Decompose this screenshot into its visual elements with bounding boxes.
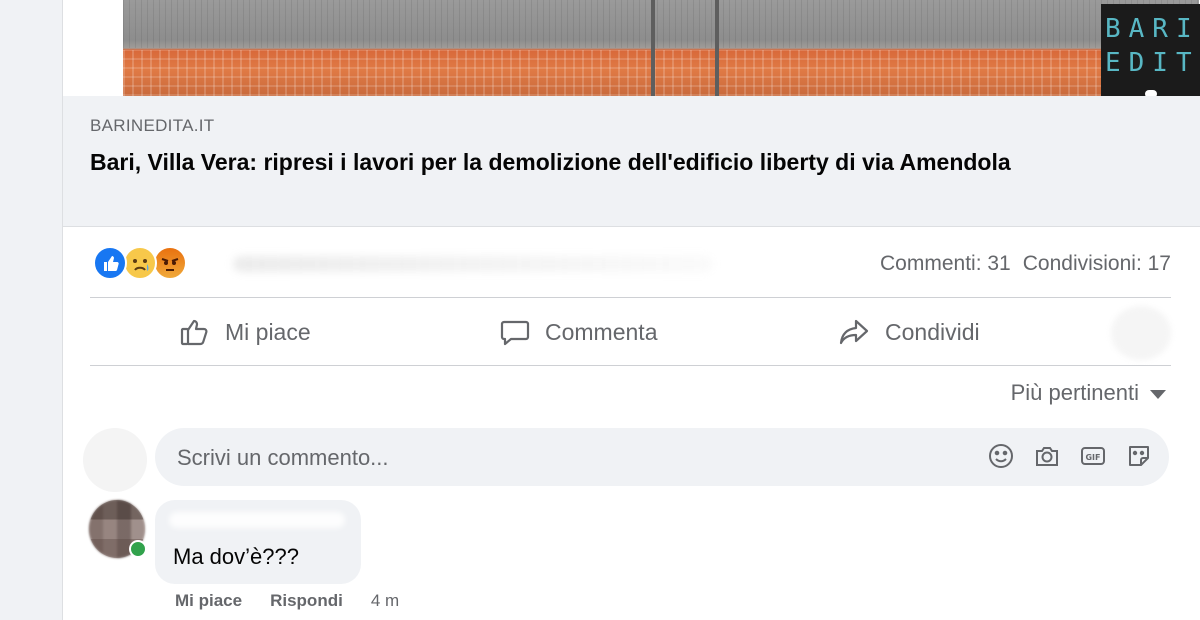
comment-composer[interactable]: GIF	[155, 428, 1169, 488]
comment-reply-link[interactable]: Rispondi	[270, 591, 343, 611]
svg-text:GIF: GIF	[1085, 453, 1100, 462]
emoji-icon[interactable]	[987, 442, 1015, 470]
link-domain: BARINEDITA.IT	[90, 116, 215, 135]
watermark-line1: BARIN	[1105, 14, 1200, 44]
fence-texture	[123, 0, 1199, 48]
online-status-dot	[129, 540, 147, 558]
blurred-page-avatar[interactable]	[1111, 306, 1171, 360]
comments-count[interactable]: Commenti: 31	[880, 252, 1011, 275]
fence-pole	[651, 0, 655, 96]
comment-button-label: Commenta	[545, 318, 658, 345]
comment-actions: Mi piace Rispondi 4 m	[175, 591, 399, 611]
comment-input[interactable]	[175, 428, 939, 488]
sad-icon	[123, 246, 157, 280]
gif-icon[interactable]: GIF	[1079, 442, 1107, 470]
comment-icon	[499, 316, 531, 348]
blurred-commenter-name[interactable]	[169, 512, 345, 528]
sort-label: Più pertinenti	[1010, 380, 1139, 405]
fence-pole	[715, 0, 719, 96]
like-button-label: Mi piace	[225, 318, 311, 345]
angry-icon	[153, 246, 187, 280]
thumbs-up-icon	[179, 316, 211, 348]
comment-button[interactable]: Commenta	[499, 308, 657, 356]
link-headline[interactable]: Bari, Villa Vera: ripresi i lavori per l…	[90, 146, 1070, 179]
comment-like-link[interactable]: Mi piace	[175, 591, 242, 611]
comment-sort-dropdown[interactable]: Più pertinenti	[1011, 380, 1167, 406]
shares-count[interactable]: Condivisioni: 17	[1023, 252, 1171, 275]
watermark-line2: EDITA	[1105, 48, 1200, 78]
sticker-icon[interactable]	[1125, 442, 1153, 470]
post-card: BARIN EDITA BARINEDITA.IT Bari, Villa Ve…	[62, 0, 1200, 620]
link-info-box[interactable]: BARINEDITA.IT Bari, Villa Vera: ripresi …	[63, 96, 1200, 227]
share-arrow-icon	[837, 316, 871, 348]
orange-fence-mesh	[123, 50, 1199, 96]
comment-timestamp[interactable]: 4 m	[371, 591, 399, 611]
link-preview-image[interactable]	[123, 0, 1199, 96]
comment-text: Ma dov’è???	[173, 544, 299, 569]
blurred-reaction-names	[233, 256, 713, 272]
divider	[90, 297, 1171, 298]
camera-icon[interactable]	[1033, 442, 1061, 470]
share-button[interactable]: Condividi	[837, 308, 980, 356]
current-user-avatar[interactable]	[83, 428, 147, 492]
like-button[interactable]: Mi piace	[179, 308, 311, 356]
caret-down-icon	[1149, 380, 1167, 406]
barinedita-watermark-logo: BARIN EDITA	[1101, 4, 1200, 100]
share-button-label: Condividi	[885, 318, 980, 345]
like-icon	[93, 246, 127, 280]
composer-icons: GIF	[987, 442, 1153, 470]
comment-bubble[interactable]: Ma dov’è???	[155, 500, 361, 584]
engagement-counts: Commenti: 31 Condivisioni: 17	[880, 252, 1171, 276]
divider	[90, 365, 1171, 366]
